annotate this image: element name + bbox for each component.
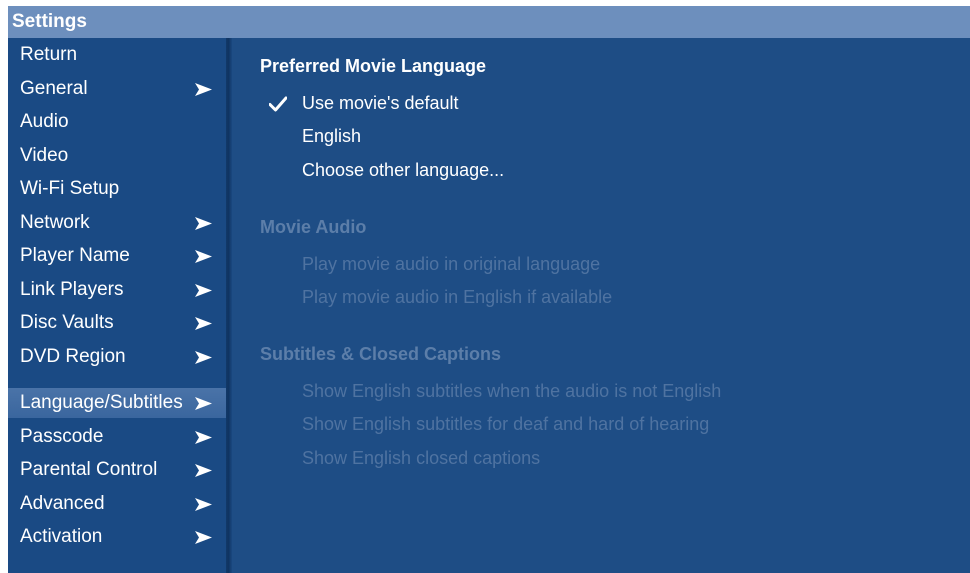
sidebar-item-player-name[interactable]: Player Name [8, 241, 226, 271]
sidebar-item-return[interactable]: Return [8, 40, 226, 70]
option-subtitles-deaf: Show English subtitles for deaf and hard… [302, 414, 710, 434]
section-title-preferred-language: Preferred Movie Language [260, 56, 487, 76]
sidebar-item-label: Audio [20, 111, 69, 132]
sidebar-item-label: Return [20, 44, 78, 65]
sidebar-item-label: Link Players [20, 279, 124, 300]
sidebar-item-link-players[interactable]: Link Players [8, 275, 226, 305]
chevron-right-icon [195, 498, 212, 511]
sidebar-item-passcode[interactable]: Passcode [8, 422, 226, 452]
chevron-right-icon [195, 531, 212, 544]
sidebar-item-label: Disc Vaults [20, 312, 114, 333]
sidebar-item-video[interactable]: Video [8, 141, 226, 171]
sidebar-item-label: Activation [20, 526, 103, 547]
option-choose-other-language[interactable]: Choose other language... [302, 158, 504, 182]
option-audio-english: Play movie audio in English if available [302, 287, 613, 307]
option-subtitles-not-english: Show English subtitles when the audio is… [302, 381, 722, 401]
chevron-right-icon [195, 351, 212, 364]
title-bar: Settings [8, 6, 970, 38]
settings-screen: Settings Return General Audio Video Wi-F… [8, 6, 970, 573]
window-title: Settings [12, 11, 87, 32]
sidebar-item-label: DVD Region [20, 346, 126, 367]
sidebar-item-general[interactable]: General [8, 74, 226, 104]
sidebar-item-label: Network [20, 212, 90, 233]
sidebar-item-label: Parental Control [20, 459, 158, 480]
sidebar-item-parental-control[interactable]: Parental Control [8, 455, 226, 485]
chevron-right-icon [195, 397, 212, 410]
sidebar-item-disc-vaults[interactable]: Disc Vaults [8, 308, 226, 338]
sidebar-item-label: Wi-Fi Setup [20, 178, 120, 199]
sidebar-item-label: Advanced [20, 493, 105, 514]
chevron-right-icon [195, 217, 212, 230]
sidebar-item-label: Passcode [20, 426, 104, 447]
sidebar-item-network[interactable]: Network [8, 208, 226, 238]
chevron-right-icon [195, 431, 212, 444]
sidebar-item-label: Player Name [20, 245, 130, 266]
chevron-right-icon [195, 317, 212, 330]
checkmark-icon [269, 96, 287, 112]
sidebar-item-activation[interactable]: Activation [8, 522, 226, 552]
option-closed-captions: Show English closed captions [302, 448, 541, 468]
option-use-movie-default[interactable]: Use movie's default [302, 91, 459, 115]
language-subtitles-panel: Preferred Movie Language Use movie's def… [232, 38, 970, 573]
settings-sidebar: Return General Audio Video Wi-Fi Setup N… [8, 38, 226, 573]
sidebar-item-label: General [20, 78, 88, 99]
chevron-right-icon [195, 464, 212, 477]
chevron-right-icon [195, 284, 212, 297]
sidebar-item-label: Language/Subtitles [20, 392, 183, 413]
chevron-right-icon [195, 83, 212, 96]
sidebar-item-language-subtitles[interactable]: Language/Subtitles [8, 388, 226, 418]
chevron-right-icon [195, 250, 212, 263]
sidebar-item-label: Video [20, 145, 69, 166]
sidebar-item-dvd-region[interactable]: DVD Region [8, 342, 226, 372]
option-audio-original-language: Play movie audio in original language [302, 254, 601, 274]
sidebar-item-advanced[interactable]: Advanced [8, 489, 226, 519]
section-title-subtitles: Subtitles & Closed Captions [260, 344, 502, 364]
section-title-movie-audio: Movie Audio [260, 217, 367, 237]
sidebar-item-audio[interactable]: Audio [8, 107, 226, 137]
sidebar-item-wifi-setup[interactable]: Wi-Fi Setup [8, 174, 226, 204]
option-english[interactable]: English [302, 124, 361, 148]
